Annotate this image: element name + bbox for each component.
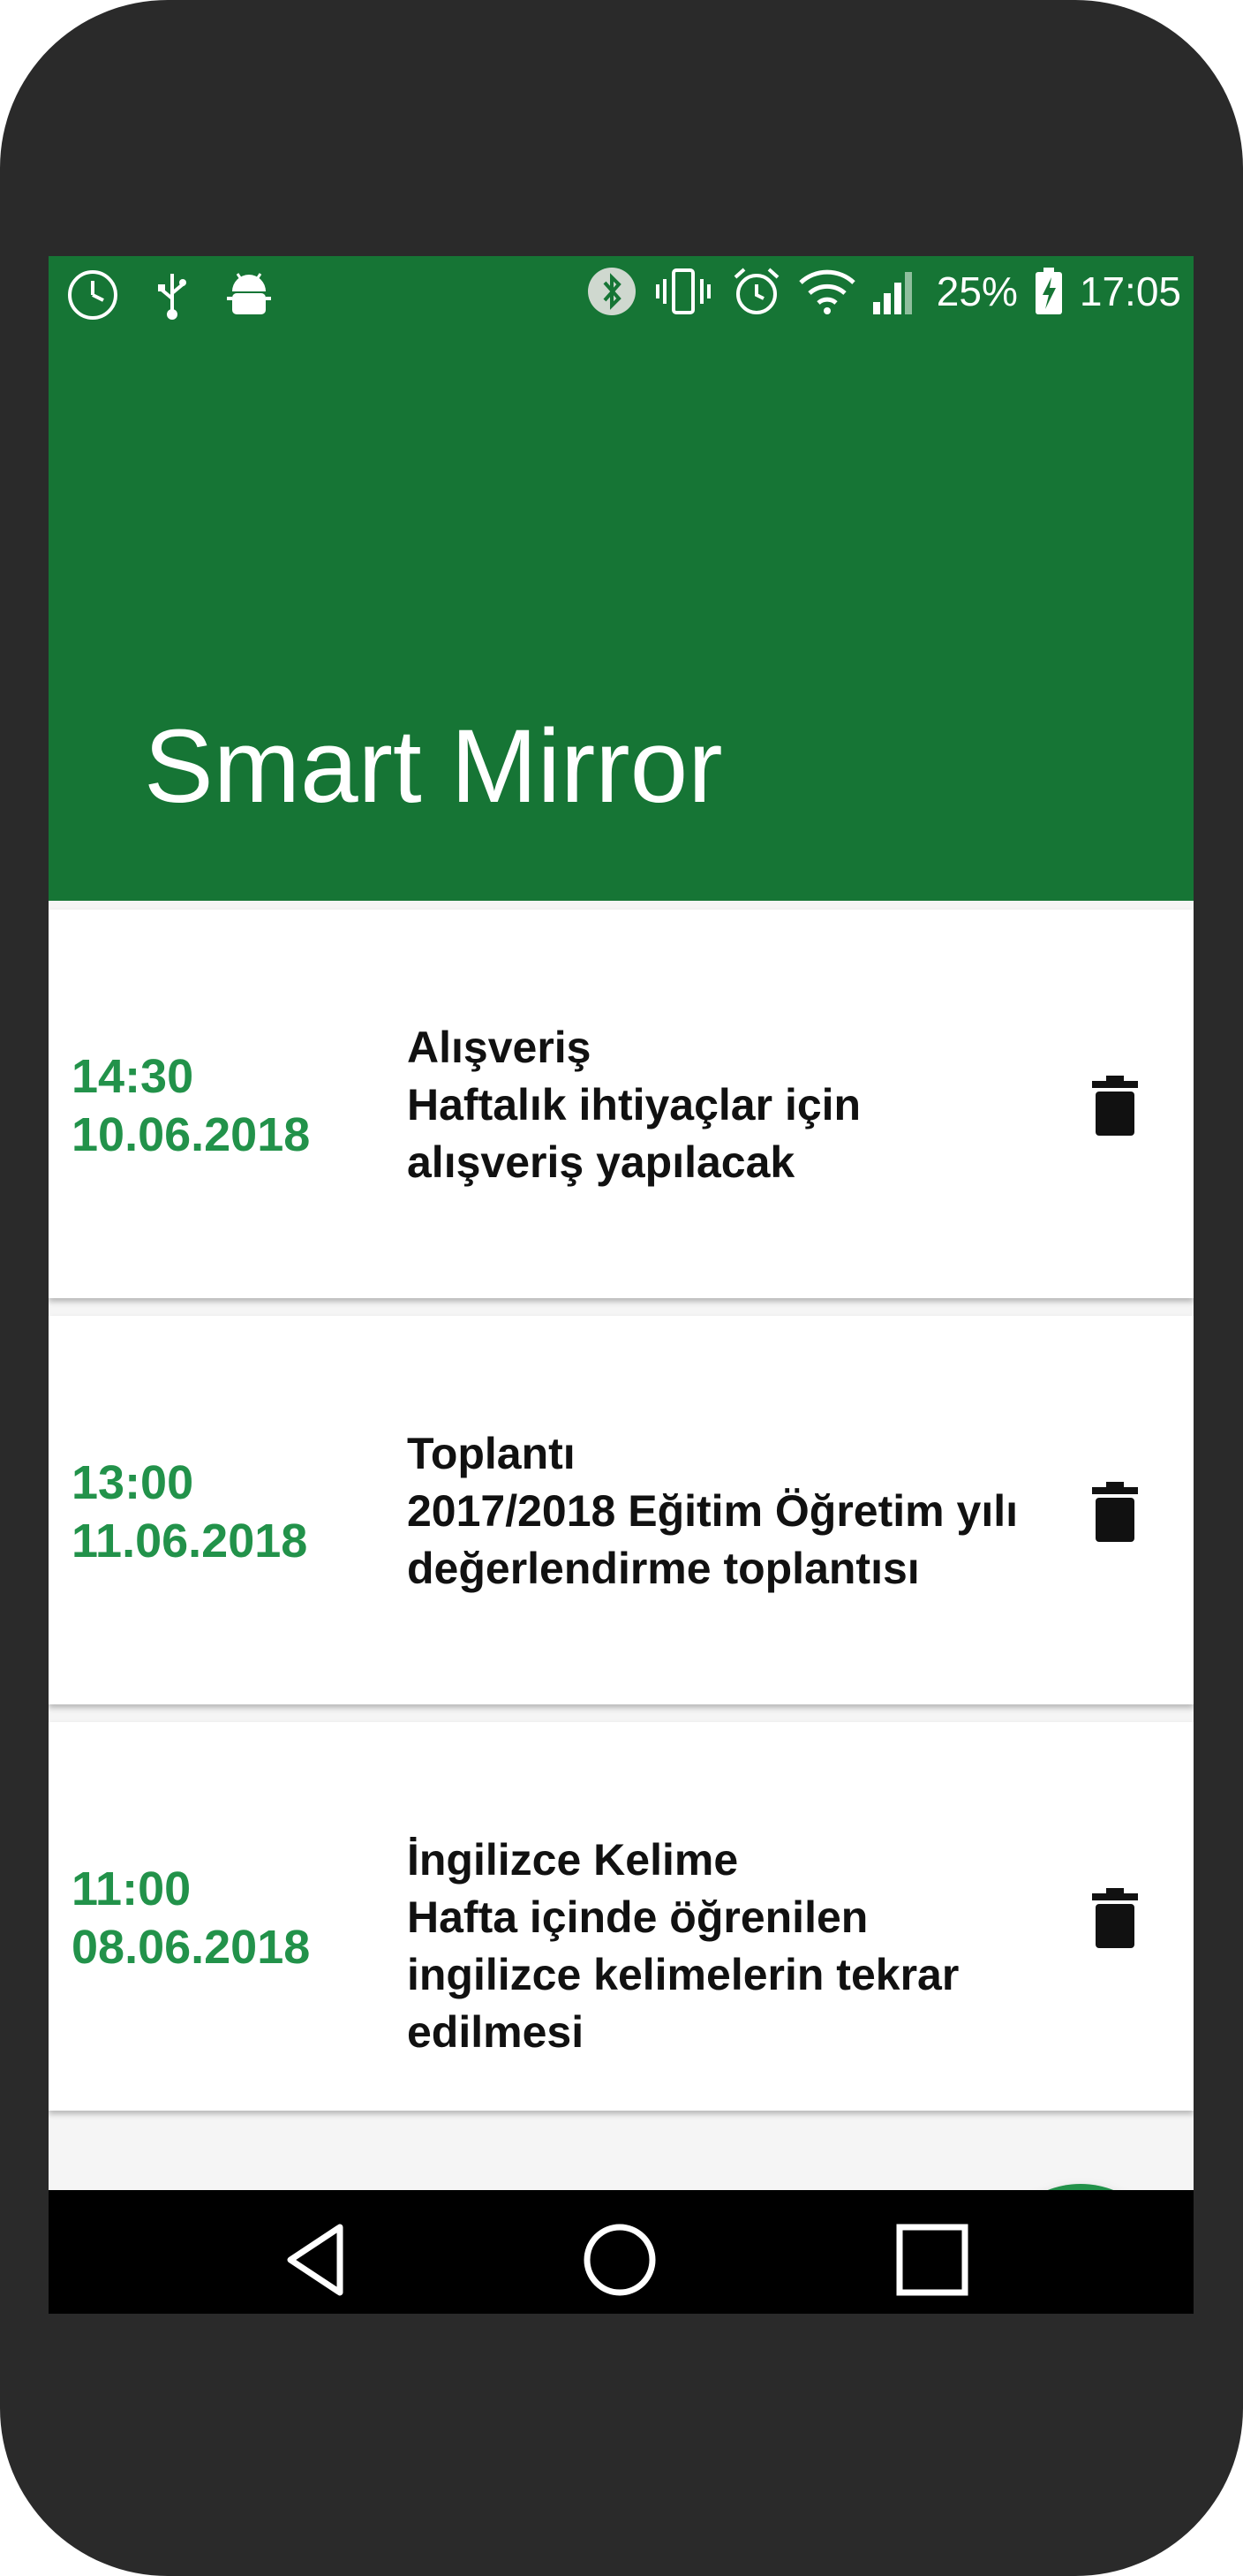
- battery-charging-icon: [1035, 268, 1062, 314]
- recents-icon[interactable]: [893, 2220, 972, 2300]
- phone-frame: 25% 17:05 Smart Mirror 14:30 10.06.2018: [0, 0, 1243, 2576]
- event-date: 11.06.2018: [72, 1515, 308, 1568]
- vibrate-icon: [655, 268, 711, 314]
- wifi-icon: [799, 269, 855, 314]
- back-icon[interactable]: [278, 2220, 358, 2300]
- status-time: 17:05: [1079, 268, 1181, 314]
- event-description: Hafta içinde öğrenilen ingilizce kelimel…: [407, 1892, 960, 2057]
- status-right-icons: 25% 17:05: [587, 265, 1181, 318]
- event-card[interactable]: 11:00 08.06.2018 İngilizce Kelime Hafta …: [49, 1722, 1194, 2111]
- event-content: Alışveriş Haftalık ihtiyaçlar için alışv…: [407, 1019, 1043, 1191]
- event-date: 10.06.2018: [72, 1108, 311, 1161]
- bluetooth-icon: [587, 268, 636, 315]
- event-list: 14:30 10.06.2018 Alışveriş Haftalık ihti…: [49, 910, 1194, 2128]
- event-card[interactable]: 13:00 11.06.2018 Toplantı 2017/2018 Eğit…: [49, 1316, 1194, 1704]
- event-description: Haftalık ihtiyaçlar için alışveriş yapıl…: [407, 1080, 862, 1187]
- delete-icon[interactable]: [1090, 1480, 1140, 1544]
- home-icon[interactable]: [580, 2220, 659, 2300]
- battery-percent: 25%: [936, 268, 1018, 314]
- page-title: Smart Mirror: [144, 708, 723, 825]
- signal-icon: [872, 272, 912, 314]
- android-debug-icon: [227, 273, 271, 314]
- event-time: 14:30: [72, 1050, 194, 1103]
- event-date: 08.06.2018: [72, 1921, 311, 1974]
- screen: 25% 17:05 Smart Mirror 14:30 10.06.2018: [49, 256, 1194, 2314]
- event-title: İngilizce Kelime: [407, 1835, 739, 1885]
- event-datetime: 13:00 11.06.2018: [72, 1454, 307, 1570]
- usb-icon: [158, 274, 186, 320]
- event-title: Alışveriş: [407, 1023, 591, 1072]
- event-datetime: 14:30 10.06.2018: [72, 1047, 310, 1164]
- clock-widget-icon: [68, 270, 117, 320]
- delete-icon[interactable]: [1090, 1074, 1140, 1137]
- event-content: Toplantı 2017/2018 Eğitim Öğretim yılı d…: [407, 1425, 1043, 1598]
- status-bar: 25% 17:05: [49, 256, 1194, 336]
- status-left-icons: [66, 268, 273, 321]
- alarm-icon: [734, 268, 780, 314]
- event-content: İngilizce Kelime Hafta içinde öğrenilen …: [407, 1832, 1043, 2061]
- event-datetime: 11:00 08.06.2018: [72, 1860, 310, 1976]
- event-title: Toplantı: [407, 1429, 576, 1478]
- event-card[interactable]: 14:30 10.06.2018 Alışveriş Haftalık ihti…: [49, 910, 1194, 1298]
- event-time: 11:00: [72, 1862, 192, 1915]
- delete-icon[interactable]: [1090, 1886, 1140, 1950]
- event-time: 13:00: [72, 1456, 194, 1509]
- event-description: 2017/2018 Eğitim Öğretim yılı değerlendi…: [407, 1486, 1018, 1593]
- navigation-bar: [49, 2190, 1194, 2314]
